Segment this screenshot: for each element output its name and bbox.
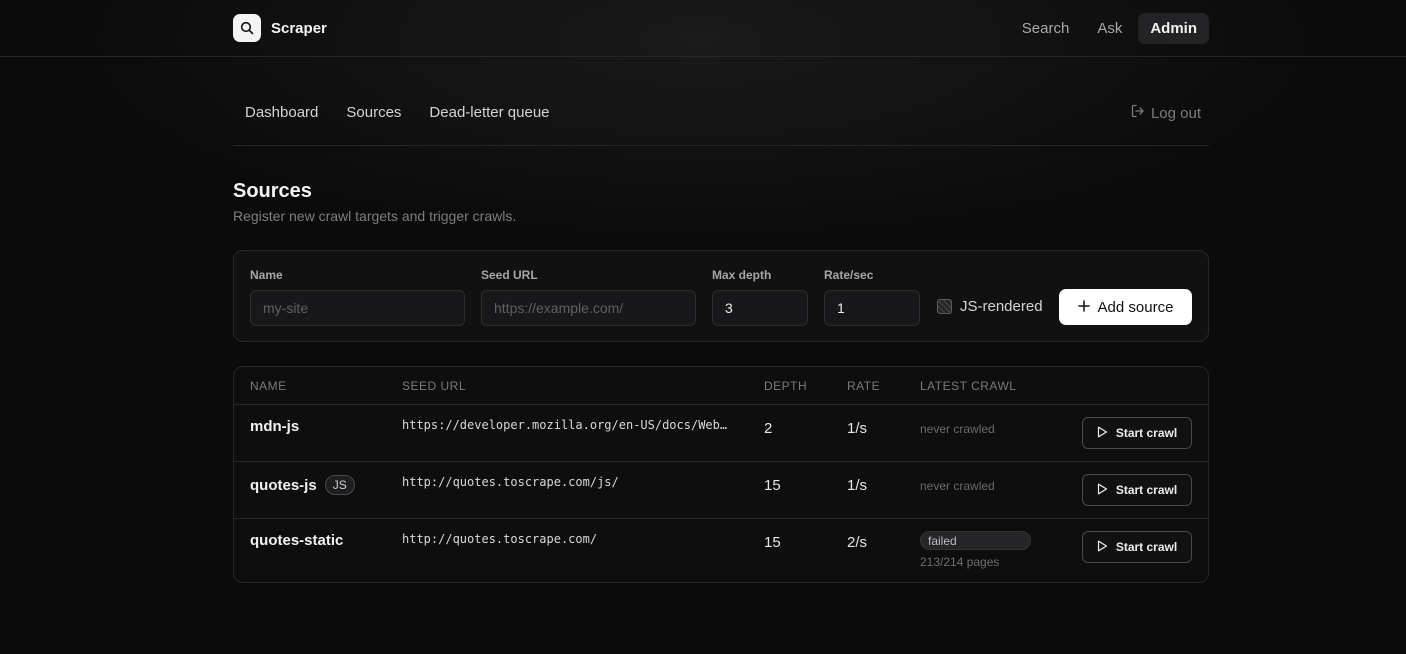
max-depth-input[interactable]: 3 bbox=[712, 290, 808, 326]
nav-search[interactable]: Search bbox=[1010, 13, 1082, 44]
rate-input[interactable]: 1 bbox=[824, 290, 920, 326]
play-icon bbox=[1097, 483, 1108, 498]
subnav-sources[interactable]: Sources bbox=[346, 104, 401, 121]
source-seed-url: http://quotes.toscrape.com/ bbox=[402, 532, 598, 546]
rate-label: Rate/sec bbox=[824, 268, 874, 282]
add-source-label: Add source bbox=[1097, 298, 1174, 316]
source-rate: 2/s bbox=[847, 534, 868, 551]
start-crawl-button[interactable]: Start crawl bbox=[1082, 531, 1192, 563]
crawl-status-badge: failed bbox=[920, 531, 1031, 550]
logout-button[interactable]: Log out bbox=[1131, 104, 1201, 122]
column-header-name: NAME bbox=[250, 379, 287, 393]
max-depth-label: Max depth bbox=[712, 268, 772, 282]
start-crawl-button[interactable]: Start crawl bbox=[1082, 417, 1192, 449]
js-rendered-toggle[interactable]: JS-rendered bbox=[937, 298, 1043, 315]
add-source-form: Name my-site Seed URL https://example.co… bbox=[233, 250, 1209, 342]
source-rate: 1/s bbox=[847, 420, 868, 437]
seed-url-label: Seed URL bbox=[481, 268, 538, 282]
table-row: quotes-static http://quotes.toscrape.com… bbox=[234, 519, 1208, 582]
table-row: mdn-js https://developer.mozilla.org/en-… bbox=[234, 405, 1208, 462]
nav-admin[interactable]: Admin bbox=[1138, 12, 1209, 44]
seed-url-input[interactable]: https://example.com/ bbox=[481, 290, 696, 326]
source-name-text: quotes-static bbox=[250, 532, 344, 549]
search-icon bbox=[233, 14, 261, 42]
top-nav: Search Ask Admin bbox=[1010, 12, 1209, 44]
start-crawl-label: Start crawl bbox=[1115, 540, 1178, 554]
column-header-rate: RATE bbox=[847, 379, 881, 393]
page-title: Sources bbox=[233, 180, 312, 202]
start-crawl-label: Start crawl bbox=[1115, 426, 1178, 440]
start-crawl-button[interactable]: Start crawl bbox=[1082, 474, 1192, 506]
source-seed-url: https://developer.mozilla.org/en-US/docs… bbox=[402, 418, 728, 432]
nav-ask[interactable]: Ask bbox=[1085, 13, 1134, 44]
page-subtitle: Register new crawl targets and trigger c… bbox=[233, 208, 517, 224]
crawl-pages-count: 213/214 pages bbox=[920, 555, 1000, 569]
brand[interactable]: Scraper bbox=[233, 14, 327, 42]
latest-crawl-status: never crawled bbox=[920, 479, 995, 493]
subnav-dead-letter-queue[interactable]: Dead-letter queue bbox=[429, 104, 549, 121]
logout-icon bbox=[1131, 104, 1145, 122]
column-header-latest-crawl: LATEST CRAWL bbox=[920, 379, 1017, 393]
app-name: Scraper bbox=[271, 19, 327, 37]
latest-crawl: failed 213/214 pages bbox=[920, 531, 1031, 569]
source-name: mdn-js bbox=[250, 418, 299, 435]
admin-subnav: Dashboard Sources Dead-letter queue Log … bbox=[233, 92, 1209, 146]
max-depth-field: Max depth 3 bbox=[712, 268, 808, 326]
table-row: quotes-js JS http://quotes.toscrape.com/… bbox=[234, 462, 1208, 519]
source-name: quotes-static bbox=[250, 532, 343, 549]
column-header-depth: DEPTH bbox=[764, 379, 808, 393]
js-rendered-label: JS-rendered bbox=[960, 298, 1043, 315]
top-bar: Scraper Search Ask Admin bbox=[0, 0, 1406, 57]
sources-table: NAME SEED URL DEPTH RATE LATEST CRAWL md… bbox=[233, 366, 1209, 583]
add-source-button[interactable]: Add source bbox=[1059, 289, 1192, 325]
latest-crawl-status: never crawled bbox=[920, 422, 995, 436]
play-icon bbox=[1097, 426, 1108, 441]
source-name: quotes-js JS bbox=[250, 475, 355, 495]
name-field: Name my-site bbox=[250, 268, 465, 326]
plus-icon bbox=[1077, 299, 1090, 316]
column-header-seed-url: SEED URL bbox=[402, 379, 467, 393]
source-depth: 15 bbox=[764, 477, 781, 494]
rate-field: Rate/sec 1 bbox=[824, 268, 920, 326]
source-seed-url: http://quotes.toscrape.com/js/ bbox=[402, 475, 619, 489]
seed-url-field: Seed URL https://example.com/ bbox=[481, 268, 696, 326]
table-header: NAME SEED URL DEPTH RATE LATEST CRAWL bbox=[234, 367, 1208, 405]
source-name-text: quotes-js bbox=[250, 476, 317, 494]
name-label: Name bbox=[250, 268, 283, 282]
source-name-text: mdn-js bbox=[250, 418, 300, 435]
name-input[interactable]: my-site bbox=[250, 290, 465, 326]
js-rendered-checkbox[interactable] bbox=[937, 299, 952, 314]
start-crawl-label: Start crawl bbox=[1115, 483, 1178, 497]
play-icon bbox=[1097, 540, 1108, 555]
source-depth: 15 bbox=[764, 534, 781, 551]
js-badge: JS bbox=[324, 475, 355, 495]
logout-label: Log out bbox=[1150, 104, 1201, 122]
source-depth: 2 bbox=[764, 420, 773, 437]
source-rate: 1/s bbox=[847, 477, 868, 494]
subnav-dashboard[interactable]: Dashboard bbox=[245, 104, 318, 121]
